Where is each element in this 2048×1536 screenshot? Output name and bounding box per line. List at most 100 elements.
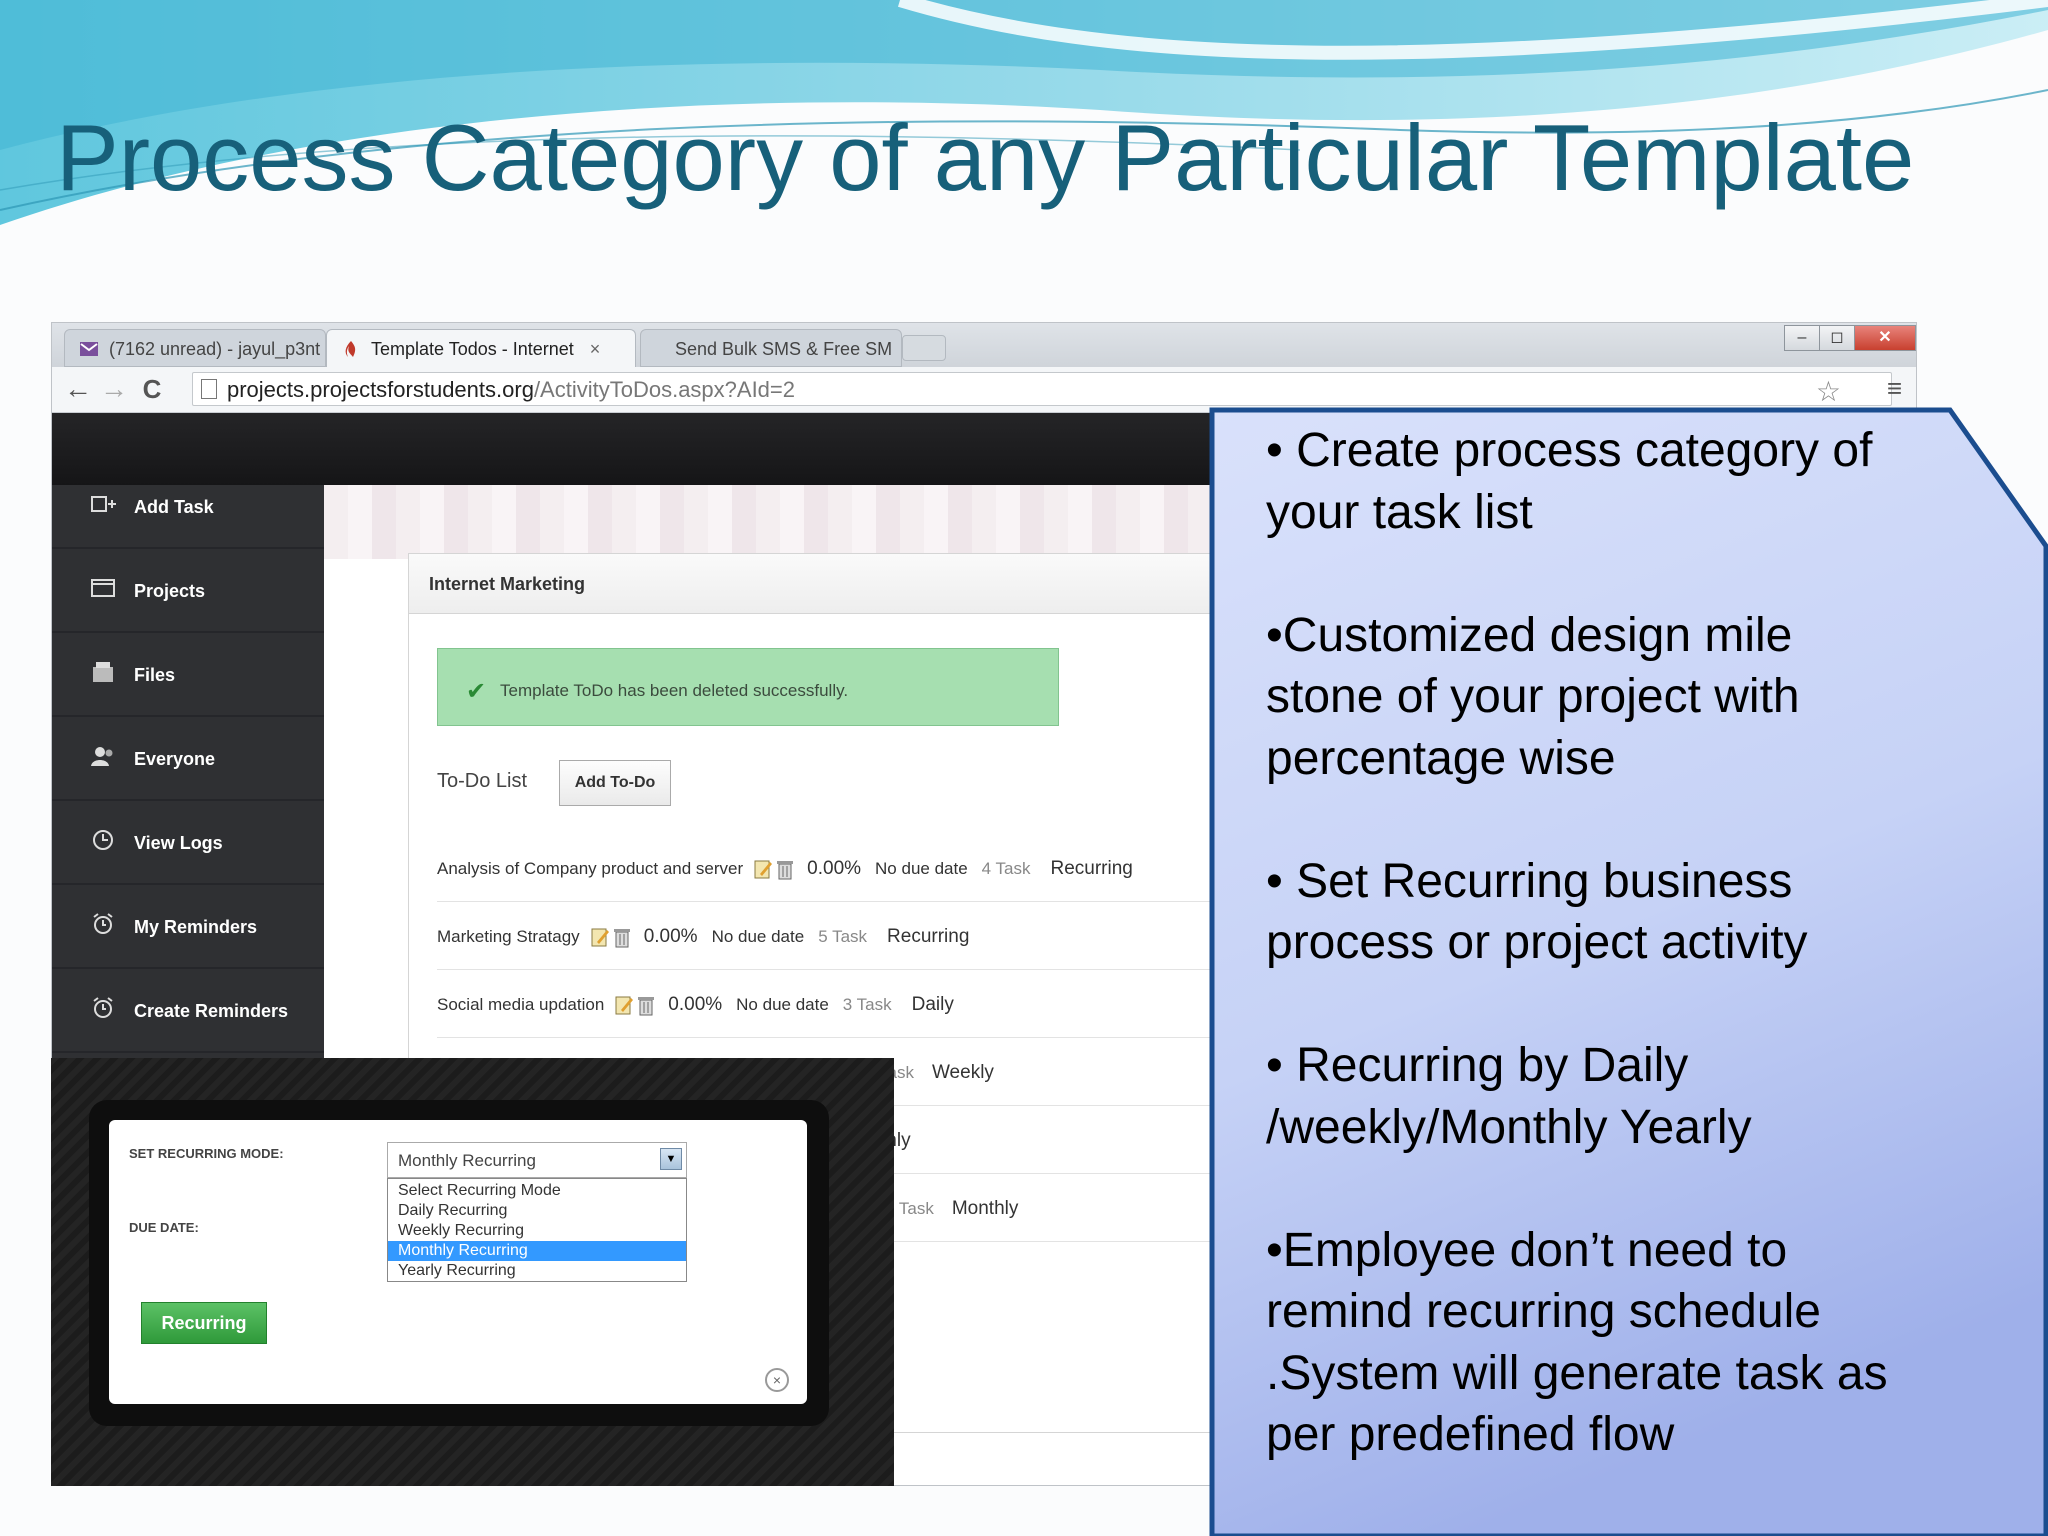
sidebar-item-view-logs[interactable]: View Logs xyxy=(52,801,324,885)
slide-title: Process Category of any Particular Templ… xyxy=(56,105,1915,210)
recurring-mode-select[interactable]: Monthly Recurring ▼ xyxy=(387,1142,687,1178)
close-window-button[interactable]: ✕ xyxy=(1854,325,1916,351)
tab-template-todos[interactable]: Template Todos - Internet × xyxy=(326,329,636,367)
address-bar[interactable]: projects.projectsforstudents.org/Activit… xyxy=(192,372,1892,408)
tab-gmail[interactable]: (7162 unread) - jayul_p3nt× xyxy=(64,329,347,367)
todo-due-date: No due date xyxy=(711,927,805,946)
todo-name[interactable]: Social media updation xyxy=(437,995,604,1015)
todo-recurring-mode: Recurring xyxy=(887,926,970,947)
alarm-icon xyxy=(93,913,113,934)
todo-recurring-mode: Monthly xyxy=(951,1198,1019,1219)
url-text: projects.projectsforstudents.org/Activit… xyxy=(227,377,795,403)
table-row-partial: thly xyxy=(881,1106,1081,1174)
todo-name[interactable]: Marketing Stratagy xyxy=(437,927,580,947)
trash-icon[interactable] xyxy=(612,926,632,948)
success-alert: ✔ Template ToDo has been deleted success… xyxy=(437,648,1059,726)
edit-icon[interactable] xyxy=(753,858,773,880)
page-icon xyxy=(201,379,217,399)
sidebar-item-projects[interactable]: Projects xyxy=(52,549,324,633)
todo-recurring-mode: Weekly xyxy=(931,1062,994,1083)
reload-icon[interactable]: C xyxy=(136,373,168,405)
todo-due-date: No due date xyxy=(736,995,829,1014)
callout-bullet: • Recurring by Daily /weekly/Monthly Yea… xyxy=(1266,1039,1752,1154)
todo-percent: 0.00% xyxy=(643,926,698,947)
todo-task-count: 4 Task xyxy=(981,859,1031,878)
todo-percent: 0.00% xyxy=(807,858,862,879)
todo-recurring-mode: Daily xyxy=(911,994,954,1015)
maximize-button[interactable]: ◻ xyxy=(1819,325,1855,351)
tab-label: Send Bulk SMS & Free SM xyxy=(675,339,893,359)
dropdown-option[interactable]: Daily Recurring xyxy=(388,1201,686,1221)
sidebar-item-label: Create Reminders xyxy=(134,1001,289,1021)
todo-percent: 0.00% xyxy=(668,994,723,1015)
callout-bullet: • Create process category of your task l… xyxy=(1266,424,1873,539)
dropdown-arrow-icon[interactable]: ▼ xyxy=(660,1148,682,1170)
projects-icon xyxy=(91,579,115,597)
edit-icon[interactable] xyxy=(614,994,634,1016)
add-todo-button[interactable]: Add To-Do xyxy=(559,760,671,806)
callout-bullet: • Set Recurring business process or proj… xyxy=(1266,854,1808,970)
dropdown-option[interactable]: Select Recurring Mode xyxy=(388,1181,686,1201)
sidebar-item-create-reminders[interactable]: Create Reminders xyxy=(52,969,324,1053)
sidebar-item-label: View Logs xyxy=(134,833,223,853)
panel-title: Internet Marketing xyxy=(429,574,586,594)
sidebar-item-my-reminders[interactable]: My Reminders xyxy=(52,885,324,969)
todo-name[interactable]: Analysis of Company product and server xyxy=(437,859,743,879)
forward-icon[interactable]: → xyxy=(98,373,130,405)
sidebar-item-label: My Reminders xyxy=(134,917,258,937)
flame-icon xyxy=(345,341,356,357)
callout-bullet: •Employee don’t need to remind recurring… xyxy=(1266,1223,1888,1462)
trash-icon[interactable] xyxy=(636,994,656,1016)
sidebar-item-everyone[interactable]: Everyone xyxy=(52,717,324,801)
dropdown-option[interactable]: Yearly Recurring xyxy=(388,1261,686,1281)
recurring-mode-dropdown: Select Recurring Mode Daily Recurring We… xyxy=(387,1178,687,1282)
select-value: Monthly Recurring xyxy=(398,1151,536,1170)
dropdown-option[interactable]: Weekly Recurring xyxy=(388,1221,686,1241)
callout-bullet: •Customized design mile stone of your pr… xyxy=(1266,608,1800,785)
tab-label: Template Todos - Internet xyxy=(371,339,574,359)
table-row-partial: Task Weekly xyxy=(879,1038,1079,1106)
clock-icon xyxy=(93,830,113,850)
modal-close-icon[interactable]: × xyxy=(765,1368,789,1392)
sidebar-item-add-task[interactable]: Add Task xyxy=(52,465,324,549)
tab-label: (7162 unread) - jayul_p3nt xyxy=(109,339,321,359)
trash-icon[interactable] xyxy=(775,858,795,880)
table-row-partial: 3 Task Monthly xyxy=(885,1174,1085,1242)
sidebar-item-label: Everyone xyxy=(134,749,216,769)
todo-recurring-mode: Recurring xyxy=(1050,858,1133,879)
tab-bulk-sms[interactable]: Send Bulk SMS & Free SM× xyxy=(640,329,919,367)
sidebar-item-label: Files xyxy=(134,665,176,685)
recurring-button[interactable]: Recurring xyxy=(141,1302,267,1344)
window-controls: – ◻ ✕ xyxy=(1784,325,1916,353)
check-icon: ✔ xyxy=(466,678,487,705)
sidebar-item-label: Add Task xyxy=(134,497,214,517)
people-icon xyxy=(91,747,113,766)
back-icon[interactable]: ← xyxy=(62,373,94,405)
todo-task-count: 5 Task xyxy=(818,927,868,946)
tab-strip: (7162 unread) - jayul_p3nt× Template Tod… xyxy=(52,323,1916,367)
tab-close-icon[interactable]: × xyxy=(590,339,601,359)
sidebar-item-label: Projects xyxy=(134,581,206,601)
browser-menu-icon[interactable]: ≡ xyxy=(1887,373,1902,404)
recurring-modal-overlay: SET RECURRING MODE: DUE DATE: Monthly Re… xyxy=(51,1058,894,1486)
alarm-icon xyxy=(93,997,113,1018)
success-message: Template ToDo has been deleted successfu… xyxy=(500,681,849,700)
mail-icon xyxy=(80,342,98,356)
recurring-mode-label: SET RECURRING MODE: xyxy=(129,1146,284,1161)
bookmark-star-icon[interactable]: ☆ xyxy=(1816,375,1841,408)
sidebar-item-files[interactable]: Files xyxy=(52,633,324,717)
url-host: projects.projectsforstudents.org xyxy=(227,377,534,402)
recurring-modal: SET RECURRING MODE: DUE DATE: Monthly Re… xyxy=(109,1120,807,1404)
add-task-icon xyxy=(91,496,116,512)
callout-text: • Create process category of your task l… xyxy=(1266,420,2036,1527)
minimize-button[interactable]: – xyxy=(1784,325,1820,351)
due-date-label: DUE DATE: xyxy=(129,1220,199,1235)
url-path: /ActivityToDos.aspx?AId=2 xyxy=(533,377,796,402)
files-icon xyxy=(93,662,113,682)
todo-due-date: No due date xyxy=(875,859,968,878)
todo-list-label: To-Do List xyxy=(437,770,528,792)
new-tab-button[interactable] xyxy=(902,335,946,361)
edit-icon[interactable] xyxy=(590,926,610,948)
dropdown-option-selected[interactable]: Monthly Recurring xyxy=(388,1241,686,1261)
todo-task-count: 3 Task xyxy=(842,995,892,1014)
